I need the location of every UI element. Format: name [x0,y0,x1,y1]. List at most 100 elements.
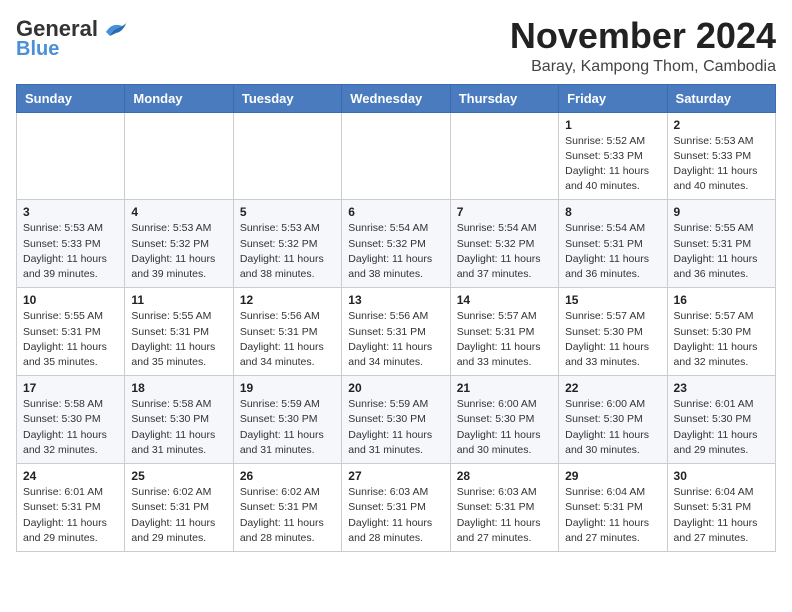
month-title: November 2024 [510,16,776,56]
day-info: Sunrise: 5:56 AM Sunset: 5:31 PM Dayligh… [240,309,335,370]
calendar-day-cell: 15 Sunrise: 5:57 AM Sunset: 5:30 PM Dayli… [559,288,667,376]
day-info: Sunrise: 5:55 AM Sunset: 5:31 PM Dayligh… [23,309,118,370]
day-info: Sunrise: 6:02 AM Sunset: 5:31 PM Dayligh… [240,485,335,546]
day-number: 5 [240,205,335,219]
day-info: Sunrise: 5:58 AM Sunset: 5:30 PM Dayligh… [131,397,226,458]
day-info: Sunrise: 5:54 AM Sunset: 5:32 PM Dayligh… [457,221,552,282]
calendar-day-cell: 16 Sunrise: 5:57 AM Sunset: 5:30 PM Dayli… [667,288,775,376]
day-info: Sunrise: 5:58 AM Sunset: 5:30 PM Dayligh… [23,397,118,458]
calendar-week-row: 17 Sunrise: 5:58 AM Sunset: 5:30 PM Dayli… [17,376,776,464]
day-number: 1 [565,118,660,132]
calendar-day-cell: 8 Sunrise: 5:54 AM Sunset: 5:31 PM Daylig… [559,200,667,288]
day-number: 16 [674,293,769,307]
weekday-header-row: SundayMondayTuesdayWednesdayThursdayFrid… [17,84,776,112]
day-number: 9 [674,205,769,219]
calendar-day-cell: 5 Sunrise: 5:53 AM Sunset: 5:32 PM Daylig… [233,200,341,288]
day-info: Sunrise: 5:55 AM Sunset: 5:31 PM Dayligh… [674,221,769,282]
calendar-day-cell: 1 Sunrise: 5:52 AM Sunset: 5:33 PM Daylig… [559,112,667,200]
day-number: 21 [457,381,552,395]
title-block: November 2024 Baray, Kampong Thom, Cambo… [510,16,776,76]
weekday-header-tuesday: Tuesday [233,84,341,112]
day-number: 25 [131,469,226,483]
empty-cell [450,112,558,200]
day-info: Sunrise: 5:53 AM Sunset: 5:33 PM Dayligh… [23,221,118,282]
calendar-day-cell: 13 Sunrise: 5:56 AM Sunset: 5:31 PM Dayli… [342,288,450,376]
day-number: 13 [348,293,443,307]
day-number: 29 [565,469,660,483]
day-number: 30 [674,469,769,483]
empty-cell [342,112,450,200]
day-info: Sunrise: 6:01 AM Sunset: 5:31 PM Dayligh… [23,485,118,546]
day-number: 14 [457,293,552,307]
day-info: Sunrise: 5:52 AM Sunset: 5:33 PM Dayligh… [565,134,660,195]
day-number: 10 [23,293,118,307]
calendar-day-cell: 14Sunrise: 5:57 AM Sunset: 5:31 PM Dayli… [450,288,558,376]
day-info: Sunrise: 6:00 AM Sunset: 5:30 PM Dayligh… [565,397,660,458]
calendar-week-row: 1 Sunrise: 5:52 AM Sunset: 5:33 PM Daylig… [17,112,776,200]
day-info: Sunrise: 5:57 AM Sunset: 5:30 PM Dayligh… [565,309,660,370]
calendar-day-cell: 26 Sunrise: 6:02 AM Sunset: 5:31 PM Dayli… [233,464,341,552]
day-info: Sunrise: 5:59 AM Sunset: 5:30 PM Dayligh… [348,397,443,458]
weekday-header-monday: Monday [125,84,233,112]
calendar-week-row: 10 Sunrise: 5:55 AM Sunset: 5:31 PM Dayli… [17,288,776,376]
day-number: 24 [23,469,118,483]
day-number: 17 [23,381,118,395]
day-number: 4 [131,205,226,219]
calendar-day-cell: 28 Sunrise: 6:03 AM Sunset: 5:31 PM Dayli… [450,464,558,552]
calendar-day-cell: 2Sunrise: 5:53 AM Sunset: 5:33 PM Daylig… [667,112,775,200]
day-number: 18 [131,381,226,395]
day-number: 27 [348,469,443,483]
empty-cell [125,112,233,200]
day-info: Sunrise: 6:03 AM Sunset: 5:31 PM Dayligh… [348,485,443,546]
calendar-day-cell: 3 Sunrise: 5:53 AM Sunset: 5:33 PM Daylig… [17,200,125,288]
day-info: Sunrise: 5:56 AM Sunset: 5:31 PM Dayligh… [348,309,443,370]
calendar-week-row: 24 Sunrise: 6:01 AM Sunset: 5:31 PM Dayli… [17,464,776,552]
day-info: Sunrise: 6:00 AM Sunset: 5:30 PM Dayligh… [457,397,552,458]
empty-cell [17,112,125,200]
calendar-week-row: 3 Sunrise: 5:53 AM Sunset: 5:33 PM Daylig… [17,200,776,288]
calendar-day-cell: 7Sunrise: 5:54 AM Sunset: 5:32 PM Daylig… [450,200,558,288]
day-info: Sunrise: 5:54 AM Sunset: 5:31 PM Dayligh… [565,221,660,282]
calendar-day-cell: 18 Sunrise: 5:58 AM Sunset: 5:30 PM Dayli… [125,376,233,464]
empty-cell [233,112,341,200]
calendar-day-cell: 4 Sunrise: 5:53 AM Sunset: 5:32 PM Daylig… [125,200,233,288]
day-number: 20 [348,381,443,395]
calendar-day-cell: 6Sunrise: 5:54 AM Sunset: 5:32 PM Daylig… [342,200,450,288]
weekday-header-saturday: Saturday [667,84,775,112]
day-info: Sunrise: 5:59 AM Sunset: 5:30 PM Dayligh… [240,397,335,458]
day-info: Sunrise: 6:01 AM Sunset: 5:30 PM Dayligh… [674,397,769,458]
weekday-header-wednesday: Wednesday [342,84,450,112]
calendar-day-cell: 12Sunrise: 5:56 AM Sunset: 5:31 PM Dayli… [233,288,341,376]
day-number: 19 [240,381,335,395]
location-subtitle: Baray, Kampong Thom, Cambodia [510,58,776,76]
day-number: 23 [674,381,769,395]
calendar-day-cell: 25 Sunrise: 6:02 AM Sunset: 5:31 PM Dayli… [125,464,233,552]
day-info: Sunrise: 5:55 AM Sunset: 5:31 PM Dayligh… [131,309,226,370]
calendar-day-cell: 30 Sunrise: 6:04 AM Sunset: 5:31 PM Dayli… [667,464,775,552]
day-number: 3 [23,205,118,219]
calendar-day-cell: 17 Sunrise: 5:58 AM Sunset: 5:30 PM Dayli… [17,376,125,464]
calendar-day-cell: 24 Sunrise: 6:01 AM Sunset: 5:31 PM Dayli… [17,464,125,552]
calendar-day-cell: 22 Sunrise: 6:00 AM Sunset: 5:30 PM Dayli… [559,376,667,464]
day-info: Sunrise: 5:53 AM Sunset: 5:32 PM Dayligh… [131,221,226,282]
weekday-header-friday: Friday [559,84,667,112]
day-number: 11 [131,293,226,307]
day-number: 22 [565,381,660,395]
day-info: Sunrise: 6:04 AM Sunset: 5:31 PM Dayligh… [674,485,769,546]
calendar-day-cell: 27 Sunrise: 6:03 AM Sunset: 5:31 PM Dayli… [342,464,450,552]
day-number: 28 [457,469,552,483]
calendar-day-cell: 19 Sunrise: 5:59 AM Sunset: 5:30 PM Dayli… [233,376,341,464]
day-number: 8 [565,205,660,219]
calendar-day-cell: 21 Sunrise: 6:00 AM Sunset: 5:30 PM Dayli… [450,376,558,464]
day-number: 15 [565,293,660,307]
day-info: Sunrise: 6:02 AM Sunset: 5:31 PM Dayligh… [131,485,226,546]
logo-blue-text: Blue [16,38,59,61]
calendar-day-cell: 23 Sunrise: 6:01 AM Sunset: 5:30 PM Dayli… [667,376,775,464]
weekday-header-sunday: Sunday [17,84,125,112]
day-info: Sunrise: 6:03 AM Sunset: 5:31 PM Dayligh… [457,485,552,546]
day-info: Sunrise: 5:53 AM Sunset: 5:32 PM Dayligh… [240,221,335,282]
header: General Blue November 2024 Baray, Kampon… [16,16,776,76]
day-info: Sunrise: 5:53 AM Sunset: 5:33 PM Dayligh… [674,134,769,195]
day-info: Sunrise: 5:57 AM Sunset: 5:30 PM Dayligh… [674,309,769,370]
day-number: 26 [240,469,335,483]
